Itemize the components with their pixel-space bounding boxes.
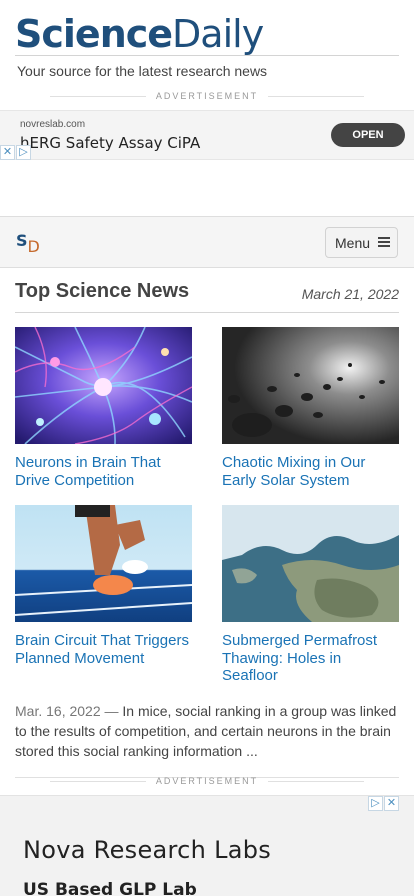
story-card[interactable]: Submerged Permafrost Thawing: Holes in S… <box>222 505 399 685</box>
logo-divider <box>15 55 399 56</box>
tagline: Your source for the latest research news <box>17 63 268 79</box>
advertisement-label: ADVERTISEMENT <box>0 776 414 786</box>
adchoices-icon[interactable]: ▷ <box>368 796 383 811</box>
sciencedaily-logo[interactable]: ScienceDaily <box>15 12 264 56</box>
section-date: March 21, 2022 <box>301 286 399 302</box>
asteroids-image[interactable] <box>222 327 399 444</box>
hamburger-icon <box>378 237 390 248</box>
story-title-link[interactable]: Chaotic Mixing in Our Early Solar System <box>222 454 399 489</box>
permafrost-map-image[interactable] <box>222 505 399 622</box>
story-title-link[interactable]: Brain Circuit That Triggers Planned Move… <box>15 632 192 667</box>
ad-title[interactable]: Nova Research Labs <box>23 836 271 864</box>
story-summary: Mar. 16, 2022 — In mice, social ranking … <box>15 701 399 761</box>
top-banner-ad[interactable]: novreslab.com hERG Safety Assay CiPA OPE… <box>0 110 414 160</box>
ad-domain: novreslab.com <box>20 119 86 130</box>
menu-button[interactable]: Menu <box>325 227 398 258</box>
section-title: Top Science News <box>15 280 190 302</box>
advertisement-label: ADVERTISEMENT <box>0 91 414 101</box>
summary-separator: — <box>100 703 123 719</box>
runner-image[interactable] <box>15 505 192 622</box>
adchoices-icon[interactable]: ▷ <box>16 145 31 160</box>
summary-date: Mar. 16, 2022 <box>15 703 101 719</box>
section-divider <box>15 312 399 313</box>
sd-logo[interactable]: SD <box>16 231 40 256</box>
story-card[interactable]: Chaotic Mixing in Our Early Solar System <box>222 327 399 489</box>
menu-label: Menu <box>335 235 371 251</box>
story-card[interactable]: Brain Circuit That Triggers Planned Move… <box>15 505 192 667</box>
ad-title[interactable]: hERG Safety Assay CiPA <box>20 134 200 152</box>
site-header: ScienceDaily Your source for the latest … <box>0 0 414 110</box>
neurons-image[interactable] <box>15 327 192 444</box>
bottom-banner-ad[interactable]: Nova Research Labs US Based GLP Lab <box>0 795 414 896</box>
story-card[interactable]: Neurons in Brain That Drive Competition <box>15 327 192 489</box>
ad-close-icon[interactable]: ✕ <box>384 796 399 811</box>
ad-subtitle[interactable]: US Based GLP Lab <box>23 880 197 896</box>
story-title-link[interactable]: Neurons in Brain That Drive Competition <box>15 454 192 489</box>
navigation-bar: SD Menu <box>0 216 414 268</box>
story-title-link[interactable]: Submerged Permafrost Thawing: Holes in S… <box>222 632 399 685</box>
ad-open-button[interactable]: OPEN <box>331 123 405 147</box>
ad-close-icon[interactable]: ✕ <box>0 145 15 160</box>
